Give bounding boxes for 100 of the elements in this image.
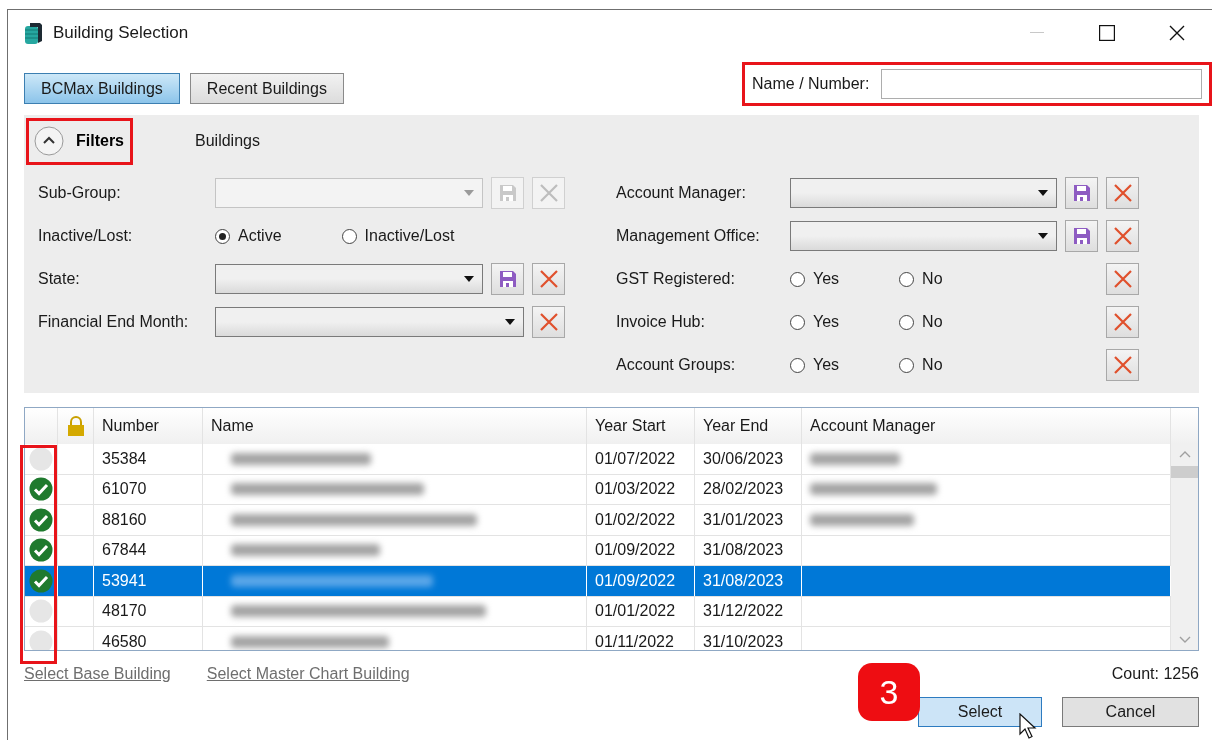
- column-header[interactable]: Name: [203, 408, 587, 444]
- link[interactable]: Select Base Building: [24, 665, 171, 683]
- radio-button[interactable]: [790, 271, 805, 287]
- lock-icon: [66, 416, 85, 436]
- app-icon: [24, 21, 44, 45]
- save-icon: [1072, 227, 1091, 245]
- check-circle-icon[interactable]: [29, 568, 53, 593]
- field-label: Management Office:: [616, 227, 761, 245]
- table-cell: 01/07/2022: [587, 444, 695, 474]
- table-cell: 88160: [94, 505, 203, 535]
- save-button[interactable]: [491, 263, 524, 295]
- clear-button[interactable]: [1106, 349, 1139, 381]
- table-cell: 31/10/2023: [695, 627, 802, 650]
- column-header[interactable]: Year Start: [587, 408, 695, 444]
- radio-button[interactable]: [790, 314, 805, 330]
- caret-icon: [1038, 190, 1048, 196]
- clear-icon: [539, 184, 558, 202]
- clear-icon: [539, 270, 558, 288]
- field-label: State:: [38, 270, 81, 288]
- dropdown[interactable]: [215, 307, 524, 337]
- save-icon: [1072, 184, 1091, 202]
- clear-button[interactable]: [1106, 306, 1139, 338]
- table-cell: 48170: [94, 596, 203, 626]
- table-cell: 67844: [94, 535, 203, 565]
- scrollbar-thumb[interactable]: [1171, 466, 1198, 478]
- radio-button[interactable]: [790, 357, 805, 373]
- dropdown[interactable]: [790, 178, 1057, 208]
- table-row[interactable]: 48170 01/01/2022 31/12/2022: [25, 596, 1171, 627]
- column-header[interactable]: Account Manager: [802, 408, 1171, 444]
- radio-label: Active: [238, 227, 282, 245]
- clear-icon: [1113, 184, 1132, 202]
- table-row[interactable]: 46580 01/11/2022 31/10/2023: [25, 627, 1171, 650]
- dropdown[interactable]: [790, 221, 1057, 251]
- cancel-button[interactable]: Cancel: [1062, 697, 1199, 727]
- table-cell: 31/12/2022: [695, 596, 802, 626]
- caret-icon: [1038, 233, 1048, 239]
- caret-icon: [464, 276, 474, 282]
- link[interactable]: Select Master Chart Building: [206, 665, 410, 683]
- filters-toggle[interactable]: Filters: [34, 126, 124, 156]
- clear-icon: [1113, 227, 1132, 245]
- table-cell: 01/01/2022: [587, 596, 695, 626]
- save-icon: [498, 270, 517, 288]
- table-cell: 01/09/2022: [587, 566, 695, 596]
- table-cell: 53941: [94, 566, 203, 596]
- field-label: Account Groups:: [616, 356, 737, 374]
- field-label: Invoice Hub:: [616, 313, 706, 331]
- clear-icon: [1113, 356, 1132, 374]
- column-header[interactable]: Number: [94, 408, 203, 444]
- table-cell: 30/06/2023: [695, 444, 802, 474]
- table-cell: 35384: [94, 444, 203, 474]
- radio-button[interactable]: [899, 271, 915, 287]
- radio-label: Inactive/Lost: [364, 227, 455, 245]
- table-row[interactable]: 35384 01/07/2022 30/06/2023: [25, 444, 1171, 475]
- dropdown[interactable]: [215, 264, 483, 294]
- empty-circle-icon[interactable]: [29, 446, 53, 471]
- table-cell: 01/11/2022: [587, 627, 695, 650]
- radio-button[interactable]: [215, 228, 230, 244]
- radio-label: No: [922, 313, 943, 331]
- table-cell: 61070: [94, 474, 203, 504]
- field-label: GST Registered:: [616, 270, 736, 288]
- clear-icon: [1113, 270, 1132, 288]
- clear-button[interactable]: [1106, 263, 1139, 295]
- check-circle-icon[interactable]: [29, 538, 53, 563]
- clear-icon: [539, 313, 558, 331]
- maximize-icon[interactable]: [1099, 25, 1115, 41]
- count-label: Count: 1256: [1111, 665, 1199, 683]
- radio-button[interactable]: [341, 228, 357, 244]
- radio-label: No: [922, 356, 943, 374]
- step-badge: 3: [858, 663, 920, 721]
- clear-button[interactable]: [532, 263, 565, 295]
- caret-icon: [505, 319, 515, 325]
- check-circle-icon[interactable]: [29, 477, 53, 502]
- clear-button[interactable]: [532, 306, 565, 338]
- tab[interactable]: BCMax Buildings: [24, 73, 180, 104]
- table-cell: 31/08/2023: [695, 566, 802, 596]
- table-row[interactable]: 61070 01/03/2022 28/02/2023: [25, 474, 1171, 505]
- close-icon[interactable]: [1169, 25, 1185, 41]
- table-row[interactable]: 53941 01/09/2022 31/08/2023: [25, 566, 1171, 597]
- search-field[interactable]: [881, 69, 1202, 99]
- radio-label: Yes: [813, 270, 840, 288]
- radio-label: No: [922, 270, 943, 288]
- select-button[interactable]: Select: [918, 697, 1042, 727]
- caret-icon: [464, 190, 474, 196]
- table-row[interactable]: 88160 01/02/2022 31/01/2023: [25, 505, 1171, 536]
- column-header[interactable]: Year End: [695, 408, 802, 444]
- check-circle-icon[interactable]: [29, 507, 53, 532]
- radio-label: Yes: [813, 356, 840, 374]
- radio-button[interactable]: [899, 314, 915, 330]
- clear-button[interactable]: [1106, 220, 1139, 252]
- save-button[interactable]: [1065, 177, 1098, 209]
- save-button[interactable]: [1065, 220, 1098, 252]
- section-label: Buildings: [195, 132, 260, 150]
- field-label: Sub-Group:: [38, 184, 122, 202]
- clear-button[interactable]: [1106, 177, 1139, 209]
- save-icon: [498, 184, 517, 202]
- tab[interactable]: Recent Buildings: [189, 73, 344, 104]
- field-label: Financial End Month:: [38, 313, 190, 331]
- scrollbar[interactable]: [1171, 444, 1198, 650]
- table-cell: 01/03/2022: [587, 474, 695, 504]
- radio-button[interactable]: [899, 357, 915, 373]
